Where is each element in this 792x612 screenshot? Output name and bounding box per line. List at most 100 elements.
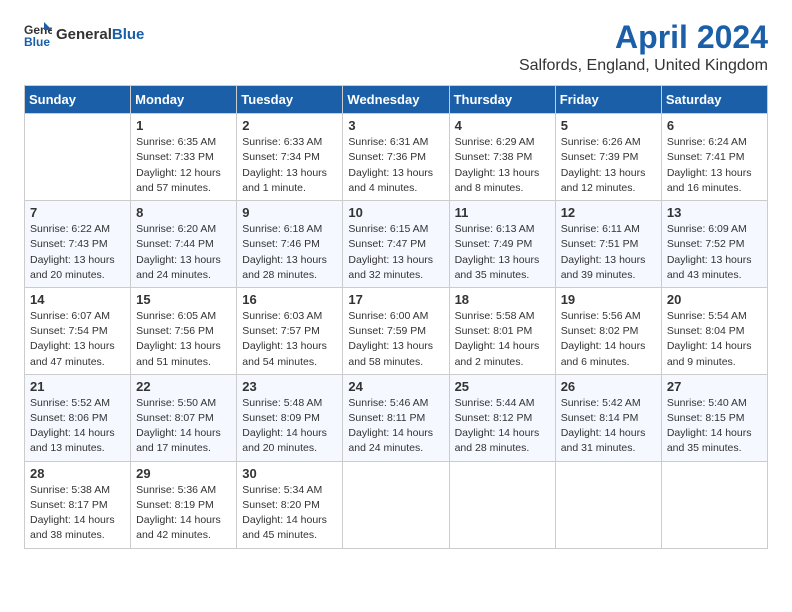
cell-content: Sunrise: 5:54 AM Sunset: 8:04 PM Dayligh… [667, 309, 762, 370]
day-number: 22 [136, 379, 231, 394]
day-number: 30 [242, 466, 337, 481]
day-number: 11 [455, 205, 550, 220]
day-number: 24 [348, 379, 443, 394]
calendar-cell-w1-d6: 5 Sunrise: 6:26 AM Sunset: 7:39 PM Daylig… [555, 114, 661, 201]
day-number: 21 [30, 379, 125, 394]
cell-content: Sunrise: 5:34 AM Sunset: 8:20 PM Dayligh… [242, 483, 337, 544]
cell-content: Sunrise: 6:05 AM Sunset: 7:56 PM Dayligh… [136, 309, 231, 370]
calendar-cell-w3-d3: 16 Sunrise: 6:03 AM Sunset: 7:57 PM Dayli… [237, 287, 343, 374]
cell-content: Sunrise: 6:31 AM Sunset: 7:36 PM Dayligh… [348, 135, 443, 196]
day-number: 10 [348, 205, 443, 220]
calendar-cell-w4-d6: 26Sunrise: 5:42 AM Sunset: 8:14 PM Dayli… [555, 374, 661, 461]
calendar-cell-w3-d1: 14 Sunrise: 6:07 AM Sunset: 7:54 PM Dayli… [25, 287, 131, 374]
day-number: 7 [30, 205, 125, 220]
calendar-cell-w2-d1: 7 Sunrise: 6:22 AM Sunset: 7:43 PM Daylig… [25, 201, 131, 288]
day-number: 27 [667, 379, 762, 394]
weekday-header-tuesday: Tuesday [237, 86, 343, 114]
day-number: 3 [348, 118, 443, 133]
cell-content: Sunrise: 6:00 AM Sunset: 7:59 PM Dayligh… [348, 309, 443, 370]
day-number: 2 [242, 118, 337, 133]
weekday-header-monday: Monday [131, 86, 237, 114]
day-number: 25 [455, 379, 550, 394]
cell-content: Sunrise: 6:33 AM Sunset: 7:34 PM Dayligh… [242, 135, 337, 196]
page-header: General Blue GeneralBlue April 2024 Salf… [24, 20, 768, 75]
month-title: April 2024 [519, 20, 768, 55]
calendar-cell-w5-d6 [555, 461, 661, 548]
week-row-1: 1Sunrise: 6:35 AM Sunset: 7:33 PM Daylig… [25, 114, 768, 201]
location: Salfords, England, United Kingdom [519, 57, 768, 75]
cell-content: Sunrise: 6:13 AM Sunset: 7:49 PM Dayligh… [455, 222, 550, 283]
day-number: 19 [561, 292, 656, 307]
cell-content: Sunrise: 6:09 AM Sunset: 7:52 PM Dayligh… [667, 222, 762, 283]
cell-content: Sunrise: 6:26 AM Sunset: 7:39 PM Dayligh… [561, 135, 656, 196]
cell-content: Sunrise: 5:58 AM Sunset: 8:01 PM Dayligh… [455, 309, 550, 370]
calendar-cell-w4-d1: 21 Sunrise: 5:52 AM Sunset: 8:06 PM Dayli… [25, 374, 131, 461]
weekday-header-row: SundayMondayTuesdayWednesdayThursdayFrid… [25, 86, 768, 114]
calendar-cell-w2-d4: 10 Sunrise: 6:15 AM Sunset: 7:47 PM Dayli… [343, 201, 449, 288]
cell-content: Sunrise: 6:07 AM Sunset: 7:54 PM Dayligh… [30, 309, 125, 370]
day-number: 13 [667, 205, 762, 220]
cell-content: Sunrise: 5:52 AM Sunset: 8:06 PM Dayligh… [30, 396, 125, 457]
calendar-cell-w3-d4: 17 Sunrise: 6:00 AM Sunset: 7:59 PM Dayli… [343, 287, 449, 374]
calendar-cell-w2-d6: 12 Sunrise: 6:11 AM Sunset: 7:51 PM Dayli… [555, 201, 661, 288]
calendar-cell-w3-d5: 18 Sunrise: 5:58 AM Sunset: 8:01 PM Dayli… [449, 287, 555, 374]
week-row-3: 14 Sunrise: 6:07 AM Sunset: 7:54 PM Dayli… [25, 287, 768, 374]
day-number: 15 [136, 292, 231, 307]
calendar-cell-w2-d7: 13 Sunrise: 6:09 AM Sunset: 7:52 PM Dayli… [661, 201, 767, 288]
day-number: 28 [30, 466, 125, 481]
cell-content: Sunrise: 6:29 AM Sunset: 7:38 PM Dayligh… [455, 135, 550, 196]
day-number: 4 [455, 118, 550, 133]
calendar-cell-w4-d5: 25 Sunrise: 5:44 AM Sunset: 8:12 PM Dayli… [449, 374, 555, 461]
weekday-header-wednesday: Wednesday [343, 86, 449, 114]
cell-content: Sunrise: 6:24 AM Sunset: 7:41 PM Dayligh… [667, 135, 762, 196]
cell-content: Sunrise: 6:03 AM Sunset: 7:57 PM Dayligh… [242, 309, 337, 370]
day-number: 16 [242, 292, 337, 307]
calendar-cell-w1-d1 [25, 114, 131, 201]
cell-content: Sunrise: 5:44 AM Sunset: 8:12 PM Dayligh… [455, 396, 550, 457]
day-number: 8 [136, 205, 231, 220]
cell-content: Sunrise: 5:50 AM Sunset: 8:07 PM Dayligh… [136, 396, 231, 457]
cell-content: Sunrise: 6:22 AM Sunset: 7:43 PM Dayligh… [30, 222, 125, 283]
calendar-cell-w2-d2: 8 Sunrise: 6:20 AM Sunset: 7:44 PM Daylig… [131, 201, 237, 288]
week-row-5: 28 Sunrise: 5:38 AM Sunset: 8:17 PM Dayli… [25, 461, 768, 548]
calendar-cell-w2-d3: 9Sunrise: 6:18 AM Sunset: 7:46 PM Daylig… [237, 201, 343, 288]
weekday-header-sunday: Sunday [25, 86, 131, 114]
weekday-header-friday: Friday [555, 86, 661, 114]
logo: General Blue GeneralBlue [24, 20, 144, 48]
calendar-cell-w5-d4 [343, 461, 449, 548]
calendar-cell-w4-d4: 24 Sunrise: 5:46 AM Sunset: 8:11 PM Dayli… [343, 374, 449, 461]
calendar-cell-w1-d3: 2 Sunrise: 6:33 AM Sunset: 7:34 PM Daylig… [237, 114, 343, 201]
calendar-cell-w5-d3: 30 Sunrise: 5:34 AM Sunset: 8:20 PM Dayli… [237, 461, 343, 548]
calendar-cell-w3-d7: 20 Sunrise: 5:54 AM Sunset: 8:04 PM Dayli… [661, 287, 767, 374]
cell-content: Sunrise: 5:46 AM Sunset: 8:11 PM Dayligh… [348, 396, 443, 457]
logo-text-blue: Blue [112, 26, 145, 43]
cell-content: Sunrise: 6:11 AM Sunset: 7:51 PM Dayligh… [561, 222, 656, 283]
week-row-2: 7 Sunrise: 6:22 AM Sunset: 7:43 PM Daylig… [25, 201, 768, 288]
weekday-header-saturday: Saturday [661, 86, 767, 114]
day-number: 20 [667, 292, 762, 307]
calendar-table: SundayMondayTuesdayWednesdayThursdayFrid… [24, 85, 768, 548]
day-number: 17 [348, 292, 443, 307]
day-number: 5 [561, 118, 656, 133]
cell-content: Sunrise: 5:36 AM Sunset: 8:19 PM Dayligh… [136, 483, 231, 544]
calendar-cell-w5-d1: 28 Sunrise: 5:38 AM Sunset: 8:17 PM Dayli… [25, 461, 131, 548]
logo-icon: General Blue [24, 20, 52, 48]
day-number: 18 [455, 292, 550, 307]
calendar-cell-w5-d7 [661, 461, 767, 548]
weekday-header-thursday: Thursday [449, 86, 555, 114]
day-number: 14 [30, 292, 125, 307]
cell-content: Sunrise: 5:48 AM Sunset: 8:09 PM Dayligh… [242, 396, 337, 457]
calendar-cell-w5-d2: 29Sunrise: 5:36 AM Sunset: 8:19 PM Dayli… [131, 461, 237, 548]
cell-content: Sunrise: 6:15 AM Sunset: 7:47 PM Dayligh… [348, 222, 443, 283]
calendar-cell-w1-d5: 4 Sunrise: 6:29 AM Sunset: 7:38 PM Daylig… [449, 114, 555, 201]
cell-content: Sunrise: 5:40 AM Sunset: 8:15 PM Dayligh… [667, 396, 762, 457]
cell-content: Sunrise: 6:20 AM Sunset: 7:44 PM Dayligh… [136, 222, 231, 283]
calendar-cell-w4-d7: 27 Sunrise: 5:40 AM Sunset: 8:15 PM Dayli… [661, 374, 767, 461]
calendar-cell-w5-d5 [449, 461, 555, 548]
day-number: 23 [242, 379, 337, 394]
day-number: 12 [561, 205, 656, 220]
calendar-cell-w1-d4: 3 Sunrise: 6:31 AM Sunset: 7:36 PM Daylig… [343, 114, 449, 201]
day-number: 6 [667, 118, 762, 133]
cell-content: Sunrise: 5:38 AM Sunset: 8:17 PM Dayligh… [30, 483, 125, 544]
cell-content: Sunrise: 5:42 AM Sunset: 8:14 PM Dayligh… [561, 396, 656, 457]
